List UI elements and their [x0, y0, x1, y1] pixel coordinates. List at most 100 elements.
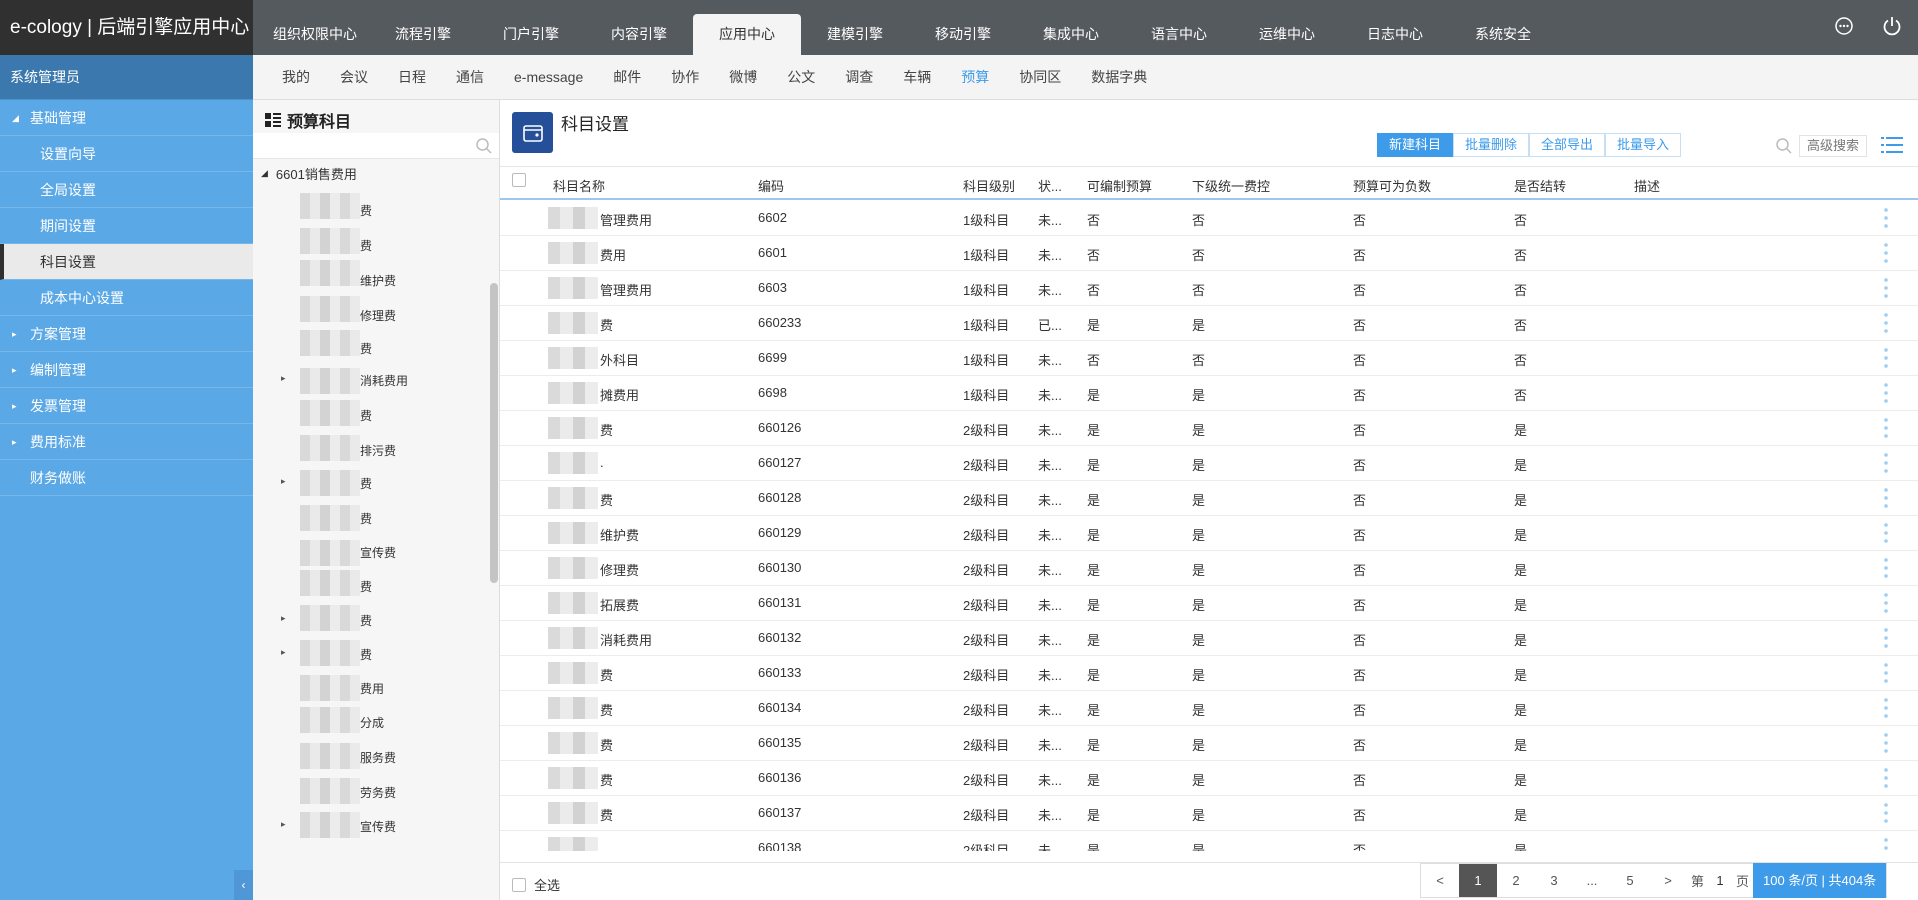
tree-search-input[interactable]	[253, 133, 499, 159]
top-tab[interactable]: 集成中心	[1017, 14, 1125, 55]
table-row[interactable]: 费 660126 2级科目 未... 是 是 否 是	[500, 411, 1918, 446]
tree-node[interactable]: 费	[360, 475, 372, 492]
top-tab[interactable]: 日志中心	[1341, 14, 1449, 55]
sub-nav-item[interactable]: 协同区	[1004, 67, 1076, 87]
table-row[interactable]: 拓展费 660131 2级科目 未... 是 是 否 是	[500, 586, 1918, 621]
tree-node[interactable]: 服务费	[360, 749, 396, 766]
expand-right-icon[interactable]: ▸	[281, 819, 286, 830]
top-tab[interactable]: 运维中心	[1233, 14, 1341, 55]
col-negative[interactable]: 预算可为负数	[1353, 176, 1431, 195]
tree-node[interactable]: 宣传费	[360, 544, 396, 561]
sidebar-item-basic[interactable]: ◢ 基础管理	[0, 100, 253, 136]
sub-nav-item[interactable]: 协作	[656, 67, 714, 87]
sub-nav-item[interactable]: 调查	[830, 67, 888, 87]
table-row[interactable]: 费 660128 2级科目 未... 是 是 否 是	[500, 481, 1918, 516]
top-tab[interactable]: 建模引擎	[801, 14, 909, 55]
tree-node[interactable]: 排污费	[360, 442, 396, 459]
col-level[interactable]: 科目级别	[963, 176, 1015, 195]
batch-delete-button[interactable]: 批量删除	[1453, 133, 1530, 157]
row-more-icon[interactable]	[1884, 311, 1888, 335]
row-more-icon[interactable]	[1884, 836, 1888, 851]
row-more-icon[interactable]	[1884, 731, 1888, 755]
sidebar-item-subject-settings[interactable]: 科目设置	[0, 244, 253, 280]
tree-scrollbar[interactable]	[490, 283, 498, 583]
table-row[interactable]: 维护费 660129 2级科目 未... 是 是 否 是	[500, 516, 1918, 551]
col-description[interactable]: 描述	[1634, 176, 1660, 195]
header-checkbox[interactable]	[512, 173, 526, 187]
row-more-icon[interactable]	[1884, 276, 1888, 300]
more-icon[interactable]	[1832, 14, 1856, 38]
col-status[interactable]: 状...	[1038, 176, 1062, 195]
batch-import-button[interactable]: 批量导入	[1605, 133, 1682, 157]
table-row[interactable]: 消耗费用 660132 2级科目 未... 是 是 否 是	[500, 621, 1918, 656]
page-1-button[interactable]: 1	[1459, 864, 1497, 897]
export-all-button[interactable]: 全部导出	[1529, 133, 1606, 157]
top-tab[interactable]: 内容引擎	[585, 14, 693, 55]
sub-nav-item[interactable]: 公文	[772, 67, 830, 87]
expand-right-icon[interactable]: ▸	[281, 373, 286, 384]
top-tab[interactable]: 应用中心	[693, 14, 801, 55]
sub-nav-item[interactable]: 我的	[267, 67, 325, 87]
sub-nav-item[interactable]: 预算	[946, 67, 1004, 87]
new-subject-button[interactable]: 新建科目	[1377, 133, 1454, 157]
search-icon[interactable]	[475, 137, 493, 155]
tree-node[interactable]: 费	[360, 340, 372, 357]
table-row[interactable]: 费 660133 2级科目 未... 是 是 否 是	[500, 656, 1918, 691]
page-5-button[interactable]: 5	[1611, 864, 1649, 897]
tree-node[interactable]: 费	[360, 510, 372, 527]
sub-nav-item[interactable]: 会议	[325, 67, 383, 87]
table-row[interactable]: 管理费用 6603 1级科目 未... 否 否 否 否	[500, 271, 1918, 306]
row-more-icon[interactable]	[1884, 556, 1888, 580]
tree-node[interactable]: 宣传费	[360, 818, 396, 835]
row-more-icon[interactable]	[1884, 451, 1888, 475]
sub-nav-item[interactable]: 数据字典	[1076, 67, 1162, 87]
tree-node[interactable]: 费	[360, 646, 372, 663]
page-2-button[interactable]: 2	[1497, 864, 1535, 897]
sidebar-item-period-settings[interactable]: 期间设置	[0, 208, 253, 244]
tree-node[interactable]: 费	[360, 578, 372, 595]
row-more-icon[interactable]	[1884, 661, 1888, 685]
table-row[interactable]: 费用 6601 1级科目 未... 否 否 否 否	[500, 236, 1918, 271]
row-more-icon[interactable]	[1884, 626, 1888, 650]
tree-root-node[interactable]: ◢ 6601销售费用	[261, 164, 357, 183]
sub-nav-item[interactable]: e-message	[499, 69, 598, 85]
tree-node[interactable]: 费用	[360, 680, 384, 697]
col-unified-control[interactable]: 下级统一费控	[1192, 176, 1270, 195]
expand-right-icon[interactable]: ▸	[281, 613, 286, 624]
expand-right-icon[interactable]: ▸	[281, 476, 286, 487]
tree-node[interactable]: 分成	[360, 714, 384, 731]
row-more-icon[interactable]	[1884, 206, 1888, 230]
page-jump-input[interactable]: 1	[1708, 869, 1732, 893]
tree-node[interactable]: 消耗费用	[360, 372, 408, 389]
tree-node[interactable]: 修理费	[360, 307, 396, 324]
table-row[interactable]: 费 660135 2级科目 未... 是 是 否 是	[500, 726, 1918, 761]
row-more-icon[interactable]	[1884, 346, 1888, 370]
sidebar-item-expense-standard[interactable]: ▸ 费用标准	[0, 424, 253, 460]
row-more-icon[interactable]	[1884, 696, 1888, 720]
sub-nav-item[interactable]: 车辆	[888, 67, 946, 87]
tree-node[interactable]: 费	[360, 202, 372, 219]
table-row[interactable]: 费 660137 2级科目 未... 是 是 否 是	[500, 796, 1918, 831]
row-more-icon[interactable]	[1884, 416, 1888, 440]
top-tab[interactable]: 门户引擎	[477, 14, 585, 55]
sidebar-item-cost-center[interactable]: 成本中心设置	[0, 280, 253, 316]
sidebar-item-invoice[interactable]: ▸ 发票管理	[0, 388, 253, 424]
col-subject-name[interactable]: 科目名称	[553, 176, 605, 195]
select-all[interactable]: 全选	[512, 875, 560, 894]
table-row[interactable]: 外科目 6699 1级科目 未... 否 否 否 否	[500, 341, 1918, 376]
top-tab[interactable]: 系统安全	[1449, 14, 1557, 55]
row-more-icon[interactable]	[1884, 241, 1888, 265]
row-more-icon[interactable]	[1884, 381, 1888, 405]
table-row[interactable]: 摊费用 6698 1级科目 未... 是 是 否 否	[500, 376, 1918, 411]
sub-nav-item[interactable]: 微博	[714, 67, 772, 87]
row-more-icon[interactable]	[1884, 766, 1888, 790]
list-view-icon[interactable]	[1881, 135, 1903, 158]
next-page-button[interactable]: >	[1649, 864, 1687, 897]
col-carry-over[interactable]: 是否结转	[1514, 176, 1566, 195]
table-row[interactable]: 费 660134 2级科目 未... 是 是 否 是	[500, 691, 1918, 726]
sub-nav-item[interactable]: 日程	[383, 67, 441, 87]
row-more-icon[interactable]	[1884, 486, 1888, 510]
select-all-checkbox[interactable]	[512, 877, 526, 892]
table-row[interactable]: 费 660233 1级科目 已... 是 是 否 否	[500, 306, 1918, 341]
sidebar-item-setup-wizard[interactable]: 设置向导	[0, 136, 253, 172]
